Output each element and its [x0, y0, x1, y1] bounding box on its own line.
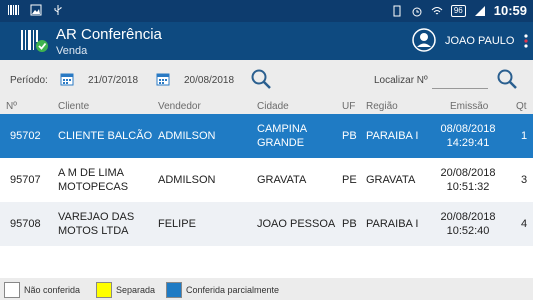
cell-vendedor: ADMILSON — [158, 174, 216, 186]
locate-number-input[interactable] — [432, 72, 488, 89]
cell-emissao-date: 08/08/2018 — [440, 123, 496, 135]
search-icon[interactable] — [496, 68, 518, 90]
image-notification-icon — [30, 4, 42, 16]
cell-cidade: GRAVATA — [257, 174, 307, 186]
cell-emissao-time: 10:51:32 — [446, 181, 490, 193]
header-qt[interactable]: Qt — [516, 101, 527, 112]
table-row[interactable]: 95707 A M DE LIMA MOTOPECAS ADMILSON GRA… — [0, 158, 533, 203]
cell-qt: 1 — [521, 130, 528, 142]
table-row[interactable]: 95708 VAREJAO DAS MOTOS LTDA FELIPE JOAO… — [0, 202, 533, 246]
legend-swatch-nao-conferida — [4, 282, 20, 298]
wifi-icon — [431, 6, 443, 14]
app-title: AR Conferência — [56, 26, 162, 43]
legend-swatch-separada — [96, 282, 112, 298]
cell-regiao: GRAVATA — [366, 174, 416, 186]
date-from[interactable]: 21/07/2018 — [88, 75, 138, 86]
cell-vendedor: FELIPE — [158, 218, 196, 230]
cell-emissao-date: 20/08/2018 — [440, 167, 496, 179]
legend-swatch-conferida-parcialmente — [166, 282, 182, 298]
search-icon[interactable] — [250, 68, 272, 90]
cell-emissao-time: 10:52:40 — [446, 225, 490, 237]
alarm-icon — [412, 7, 422, 16]
cell-emissao-time: 14:29:41 — [446, 137, 490, 149]
user-avatar-icon[interactable] — [412, 28, 436, 52]
cell-uf: PB — [342, 130, 357, 142]
calendar-icon[interactable] — [60, 72, 74, 86]
battery-indicator: 96 — [450, 4, 466, 17]
calendar-icon[interactable] — [156, 72, 170, 86]
app-subtitle: Venda — [56, 45, 88, 57]
header-cliente[interactable]: Cliente — [58, 101, 89, 112]
cell-cidade: JOAO PESSOA — [257, 218, 336, 230]
header-number[interactable]: Nº — [6, 101, 17, 112]
cell-uf: PB — [342, 218, 357, 230]
cell-cidade: CAMPINA GRANDE — [257, 123, 307, 149]
table-header: Nº Cliente Vendedor Cidade UF Região Emi… — [0, 100, 533, 114]
header-uf[interactable]: UF — [342, 101, 355, 112]
period-label: Período: — [10, 75, 48, 86]
app-bar: AR Conferência Venda JOAO PAULO — [0, 22, 533, 60]
barcode-check-logo — [21, 30, 48, 52]
legend-label: Não conferida — [24, 285, 81, 295]
header-cidade[interactable]: Cidade — [257, 101, 289, 112]
cell-cliente: VAREJAO DAS MOTOS LTDA — [58, 211, 135, 237]
clock: 10:59 — [493, 3, 527, 18]
cell-qt: 3 — [521, 174, 528, 186]
status-legend: Não conferida Separada Conferida parcial… — [0, 278, 533, 300]
header-vendedor[interactable]: Vendedor — [158, 101, 201, 112]
cell-number: 95707 — [10, 174, 41, 186]
cell-regiao: PARAIBA I — [366, 218, 419, 230]
barcode-notification-icon — [8, 5, 19, 15]
cell-qt: 4 — [521, 218, 528, 230]
header-regiao[interactable]: Região — [366, 101, 398, 112]
legend-label: Separada — [116, 285, 156, 295]
status-bar: 96 10:59 — [0, 0, 533, 22]
locate-label: Localizar Nº — [374, 75, 428, 86]
date-to[interactable]: 20/08/2018 — [184, 75, 234, 86]
cell-cliente: CLIENTE BALCÃO — [58, 130, 153, 142]
header-emissao[interactable]: Emissão — [450, 101, 488, 112]
cell-uf: PE — [342, 174, 357, 186]
cell-number: 95702 — [10, 130, 41, 142]
usb-icon — [54, 5, 62, 15]
signal-icon — [474, 5, 485, 16]
cell-cliente: A M DE LIMA MOTOPECAS — [58, 167, 129, 193]
filter-bar: Período: 21/07/2018 20/08/2018 Localizar… — [0, 60, 533, 100]
legend-label: Conferida parcialmente — [186, 285, 280, 295]
cell-vendedor: ADMILSON — [158, 130, 216, 142]
cell-emissao-date: 20/08/2018 — [440, 211, 496, 223]
table-row[interactable]: 95702 CLIENTE BALCÃO ADMILSON CAMPINA GR… — [0, 114, 533, 158]
vibrate-icon — [393, 5, 401, 16]
username: JOAO PAULO — [445, 35, 515, 47]
cell-regiao: PARAIBA I — [366, 130, 419, 142]
overflow-menu-icon[interactable] — [522, 32, 530, 50]
cell-number: 95708 — [10, 218, 41, 230]
